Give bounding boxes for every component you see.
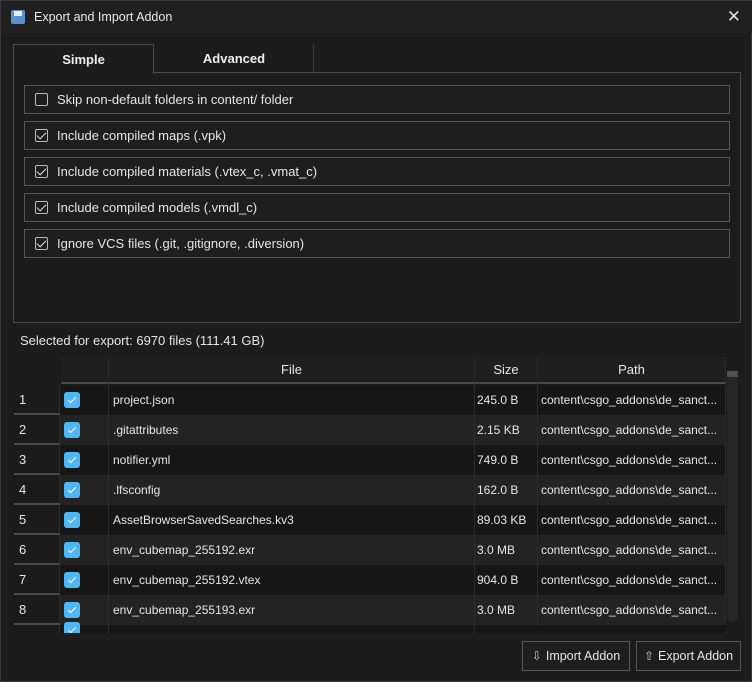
row-checkbox[interactable] bbox=[64, 452, 80, 468]
import-arrow-icon: ⇩ bbox=[531, 649, 542, 663]
row-checkbox[interactable] bbox=[64, 482, 80, 498]
row-checkbox[interactable] bbox=[64, 512, 80, 528]
row-number: 2 bbox=[14, 415, 60, 445]
header-path[interactable]: Path bbox=[538, 357, 726, 384]
export-label: Export Addon bbox=[658, 649, 734, 663]
checkbox[interactable] bbox=[35, 93, 48, 106]
row-check-cell bbox=[61, 385, 109, 415]
size-cell: 2.15 KB bbox=[475, 415, 538, 445]
checkbox[interactable] bbox=[35, 165, 48, 178]
checkbox[interactable] bbox=[35, 237, 48, 250]
row-checkbox[interactable] bbox=[64, 422, 80, 438]
header-size[interactable]: Size bbox=[475, 357, 538, 384]
row-check-cell bbox=[61, 622, 109, 633]
tab-advanced[interactable]: Advanced bbox=[155, 44, 314, 73]
table-row[interactable]: 1 project.json 245.0 B content\csgo_addo… bbox=[14, 385, 726, 415]
table-row[interactable]: 2 .gitattributes 2.15 KB content\csgo_ad… bbox=[14, 415, 726, 445]
scrollbar-thumb[interactable] bbox=[727, 371, 738, 377]
import-label: Import Addon bbox=[545, 649, 621, 663]
export-summary: Selected for export: 6970 files (111.41 … bbox=[20, 333, 265, 348]
floppy-disk-icon bbox=[11, 10, 25, 24]
option-row[interactable]: Include compiled materials (.vtex_c, .vm… bbox=[24, 157, 730, 186]
row-number: 6 bbox=[14, 535, 60, 565]
path-cell: content\csgo_addons\de_sanct... bbox=[538, 505, 726, 535]
size-cell: 89.03 KB bbox=[475, 505, 538, 535]
path-cell: content\csgo_addons\de_sanct... bbox=[538, 385, 726, 415]
window-title: Export and Import Addon bbox=[34, 10, 173, 24]
table-row[interactable]: 7 env_cubemap_255192.vtex 904.0 B conten… bbox=[14, 565, 726, 595]
table-row[interactable]: 8 env_cubemap_255193.exr 3.0 MB content\… bbox=[14, 595, 726, 625]
header-check[interactable] bbox=[61, 357, 109, 384]
close-icon[interactable]: ✕ bbox=[727, 7, 741, 27]
row-number: 1 bbox=[14, 385, 60, 415]
option-label: Include compiled materials (.vtex_c, .vm… bbox=[57, 164, 318, 179]
option-label: Include compiled maps (.vpk) bbox=[57, 128, 227, 143]
files-table: File Size Path 1 project.json 245.0 B co… bbox=[14, 357, 726, 633]
row-number: 7 bbox=[14, 565, 60, 595]
export-addon-button[interactable]: ⇧ Export Addon bbox=[636, 641, 741, 671]
row-checkbox[interactable] bbox=[64, 572, 80, 588]
size-cell: 749.0 B bbox=[475, 445, 538, 475]
option-label: Ignore VCS files (.git, .gitignore, .div… bbox=[57, 236, 305, 251]
option-row[interactable]: Include compiled maps (.vpk) bbox=[24, 121, 730, 150]
tab-simple[interactable]: Simple bbox=[13, 44, 154, 74]
table-row[interactable]: 6 env_cubemap_255192.exr 3.0 MB content\… bbox=[14, 535, 726, 565]
row-check-cell bbox=[61, 475, 109, 505]
checkbox[interactable] bbox=[35, 129, 48, 142]
row-check-cell bbox=[61, 595, 109, 625]
option-label: Skip non-default folders in content/ fol… bbox=[57, 92, 294, 107]
row-check-cell bbox=[61, 535, 109, 565]
row-number: 5 bbox=[14, 505, 60, 535]
file-cell: AssetBrowserSavedSearches.kv3 bbox=[109, 505, 475, 535]
row-checkbox[interactable] bbox=[64, 542, 80, 558]
path-cell: content\csgo_addons\de_sanct... bbox=[538, 415, 726, 445]
path-cell: content\csgo_addons\de_sanct... bbox=[538, 595, 726, 625]
size-cell: 3.0 MB bbox=[475, 595, 538, 625]
options-panel: Skip non-default folders in content/ fol… bbox=[13, 72, 741, 323]
path-cell: content\csgo_addons\de_sanct... bbox=[538, 445, 726, 475]
file-cell: .gitattributes bbox=[109, 415, 475, 445]
checkbox[interactable] bbox=[35, 201, 48, 214]
row-check-cell bbox=[61, 505, 109, 535]
size-cell: 162.0 B bbox=[475, 475, 538, 505]
file-cell: .lfsconfig bbox=[109, 475, 475, 505]
row-number: 8 bbox=[14, 595, 60, 625]
size-cell: 3.0 MB bbox=[475, 535, 538, 565]
table-row[interactable]: 3 notifier.yml 749.0 B content\csgo_addo… bbox=[14, 445, 726, 475]
size-cell: 245.0 B bbox=[475, 385, 538, 415]
table-row[interactable] bbox=[14, 622, 726, 633]
table-row[interactable]: 4 .lfsconfig 162.0 B content\csgo_addons… bbox=[14, 475, 726, 505]
path-cell: content\csgo_addons\de_sanct... bbox=[538, 475, 726, 505]
row-checkbox[interactable] bbox=[64, 392, 80, 408]
file-cell: project.json bbox=[109, 385, 475, 415]
row-number: 3 bbox=[14, 445, 60, 475]
file-cell: notifier.yml bbox=[109, 445, 475, 475]
table-row[interactable]: 5 AssetBrowserSavedSearches.kv3 89.03 KB… bbox=[14, 505, 726, 535]
file-cell bbox=[109, 625, 475, 633]
row-number: 4 bbox=[14, 475, 60, 505]
row-checkbox[interactable] bbox=[64, 622, 80, 633]
header-file[interactable]: File bbox=[109, 357, 475, 384]
option-row[interactable]: Skip non-default folders in content/ fol… bbox=[24, 85, 730, 114]
table-scrollbar[interactable] bbox=[727, 371, 738, 621]
row-check-cell bbox=[61, 415, 109, 445]
row-check-cell bbox=[61, 445, 109, 475]
import-addon-button[interactable]: ⇩ Import Addon bbox=[522, 641, 630, 671]
option-label: Include compiled models (.vmdl_c) bbox=[57, 200, 258, 215]
title-bar: Export and Import Addon ✕ bbox=[1, 1, 752, 33]
option-row[interactable]: Include compiled models (.vmdl_c) bbox=[24, 193, 730, 222]
path-cell: content\csgo_addons\de_sanct... bbox=[538, 565, 726, 595]
file-cell: env_cubemap_255192.vtex bbox=[109, 565, 475, 595]
size-cell: 904.0 B bbox=[475, 565, 538, 595]
export-arrow-icon: ⇧ bbox=[643, 649, 654, 663]
row-number bbox=[14, 625, 60, 633]
path-cell: content\csgo_addons\de_sanct... bbox=[538, 535, 726, 565]
option-row[interactable]: Ignore VCS files (.git, .gitignore, .div… bbox=[24, 229, 730, 258]
row-check-cell bbox=[61, 565, 109, 595]
file-cell: env_cubemap_255193.exr bbox=[109, 595, 475, 625]
file-cell: env_cubemap_255192.exr bbox=[109, 535, 475, 565]
row-checkbox[interactable] bbox=[64, 602, 80, 618]
